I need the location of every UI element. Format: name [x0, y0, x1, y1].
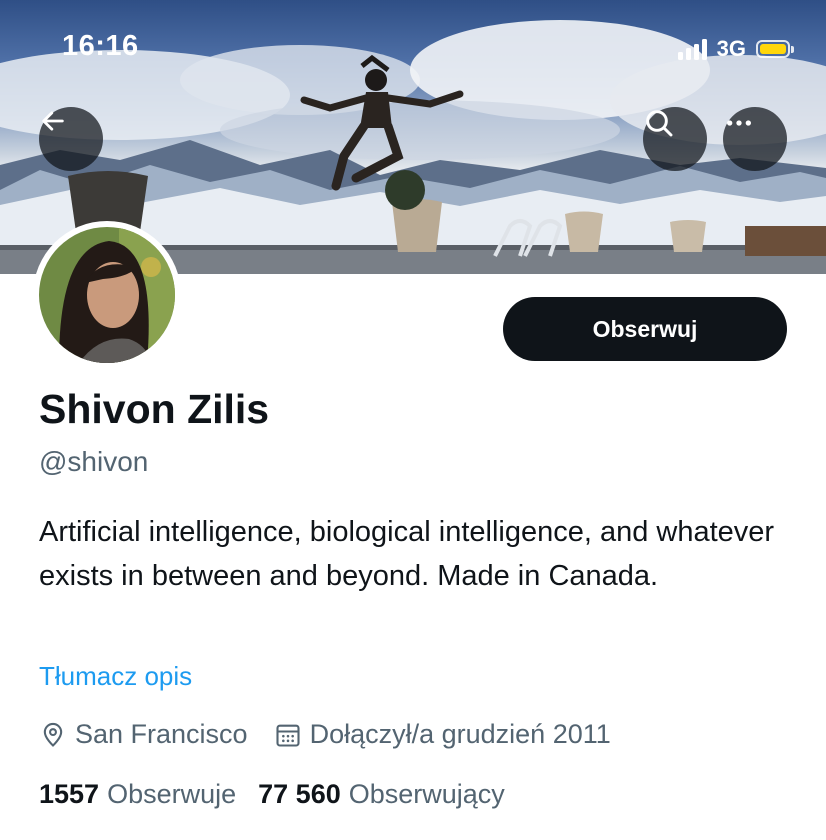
followers-label: Obserwujący: [348, 779, 505, 809]
follow-counts: 1557 Obserwuje 77 560 Obserwujący: [39, 779, 505, 810]
location-item: San Francisco: [39, 719, 248, 750]
followers-count: 77 560: [258, 779, 341, 809]
location-pin-icon: [43, 722, 63, 747]
avatar[interactable]: [33, 221, 181, 369]
battery-icon: [756, 40, 794, 58]
location-text: San Francisco: [75, 719, 248, 749]
more-options-button[interactable]: [723, 107, 787, 171]
following-link[interactable]: 1557 Obserwuje: [39, 779, 236, 810]
signal-icon: [677, 38, 707, 60]
following-count: 1557: [39, 779, 100, 809]
follow-button[interactable]: Obserwuj: [503, 297, 787, 361]
search-icon: [646, 110, 673, 137]
joined-item: Dołączył/a grudzień 2011: [274, 719, 611, 750]
joined-text: Dołączył/a grudzień 2011: [309, 719, 611, 749]
translate-bio-link[interactable]: Tłumacz opis: [39, 661, 192, 692]
profile-handle: @shivon: [39, 446, 149, 477]
network-type: 3G: [716, 36, 746, 61]
arrow-left-icon: [42, 111, 64, 131]
avatar-photo: [39, 227, 175, 363]
status-indicators: 3G: [677, 36, 794, 62]
profile-name: Shivon Zilis: [39, 386, 270, 432]
followers-link[interactable]: 77 560 Obserwujący: [258, 779, 505, 810]
more-horizontal-icon: [727, 120, 751, 126]
profile-bio: Artificial intelligence, biological inte…: [39, 516, 775, 592]
profile-meta: San Francisco Dołączył/a grudzień 2011: [39, 719, 611, 750]
search-button[interactable]: [643, 107, 707, 171]
status-time: 16:16: [62, 30, 139, 62]
calendar-icon: [276, 724, 300, 747]
following-label: Obserwuje: [107, 779, 237, 809]
back-button[interactable]: [39, 107, 103, 171]
